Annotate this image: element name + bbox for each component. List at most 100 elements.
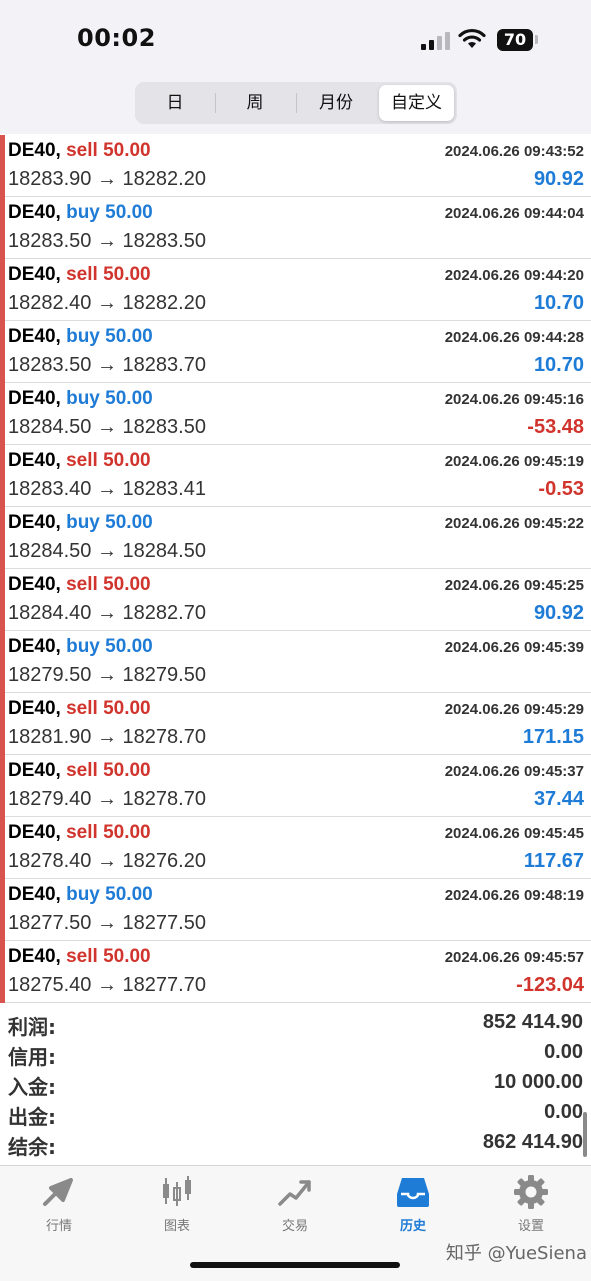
trade-datetime: 2024.06.26 09:45:45: [444, 825, 584, 842]
segment-week[interactable]: 周: [216, 85, 294, 121]
trade-symbol-line: DE40, buy 50.00: [8, 326, 153, 348]
trade-symbol: DE40,: [8, 760, 61, 781]
summary-row-withdrawal: 出金: 0.00: [0, 1099, 591, 1129]
trade-prices: 18279.40 → 18278.70: [8, 788, 206, 810]
trade-datetime: 2024.06.26 09:45:19: [444, 453, 584, 470]
summary-row-profit: 利润: 852 414.90: [0, 1009, 591, 1039]
trade-row[interactable]: DE40, buy 50.00 2024.06.26 09:45:16 1828…: [0, 383, 591, 445]
trade-row-marker: [0, 631, 5, 693]
trade-side-volume: buy 50.00: [66, 326, 153, 347]
summary-value: 862 414.90: [482, 1131, 583, 1153]
status-time: 00:02: [77, 24, 156, 52]
trade-datetime: 2024.06.26 09:45:57: [444, 949, 584, 966]
trade-side-volume: sell 50.00: [66, 264, 151, 285]
trade-symbol: DE40,: [8, 636, 61, 657]
trade-row[interactable]: DE40, sell 50.00 2024.06.26 09:45:37 182…: [0, 755, 591, 817]
tab-label: 历史: [399, 1219, 426, 1234]
trade-row[interactable]: DE40, sell 50.00 2024.06.26 09:45:57 182…: [0, 941, 591, 1003]
trade-row-marker: [0, 321, 5, 383]
summary-row-deposit: 入金: 10 000.00: [0, 1069, 591, 1099]
tab-label: 设置: [517, 1219, 544, 1234]
trade-prices: 18281.90 → 18278.70: [8, 726, 206, 748]
trade-row[interactable]: DE40, buy 50.00 2024.06.26 09:48:19 1827…: [0, 879, 591, 941]
trade-symbol: DE40,: [8, 574, 61, 595]
summary-row-balance: 结余: 862 414.90: [0, 1129, 591, 1159]
period-filter-bar: 日 周 月份 自定义: [0, 70, 591, 134]
settings-icon: [514, 1175, 548, 1209]
trade-row-marker: [0, 383, 5, 445]
trade-symbol-line: DE40, buy 50.00: [8, 512, 153, 534]
trade-prices: 18284.50 → 18284.50: [8, 540, 206, 562]
summary-label: 入金:: [8, 1075, 56, 1099]
trade-symbol: DE40,: [8, 326, 61, 347]
trade-row[interactable]: DE40, buy 50.00 2024.06.26 09:45:22 1828…: [0, 507, 591, 569]
trade-symbol-line: DE40, buy 50.00: [8, 388, 153, 410]
trade-prices: 18277.50 → 18277.50: [8, 912, 206, 934]
summary-label: 出金:: [8, 1105, 56, 1129]
trade-symbol-line: DE40, buy 50.00: [8, 884, 153, 906]
trade-datetime: 2024.06.26 09:45:16: [444, 391, 584, 408]
segment-day[interactable]: 日: [138, 85, 212, 121]
segment-custom[interactable]: 自定义: [379, 85, 454, 121]
summary-value: 0.00: [544, 1101, 583, 1123]
trade-prices: 18283.50 → 18283.50: [8, 230, 206, 252]
summary-label: 利润:: [8, 1015, 56, 1039]
trade-datetime: 2024.06.26 09:45:29: [444, 701, 584, 718]
trade-side-volume: sell 50.00: [66, 822, 151, 843]
trade-row[interactable]: DE40, buy 50.00 2024.06.26 09:44:28 1828…: [0, 321, 591, 383]
trade-datetime: 2024.06.26 09:45:22: [444, 515, 584, 532]
trade-row[interactable]: DE40, sell 50.00 2024.06.26 09:45:29 182…: [0, 693, 591, 755]
trade-symbol-line: DE40, sell 50.00: [8, 760, 151, 782]
trade-symbol-line: DE40, sell 50.00: [8, 574, 151, 596]
trade-row-marker: [0, 941, 5, 1003]
trade-profit: 117.67: [523, 850, 584, 872]
home-indicator[interactable]: [190, 1262, 400, 1268]
tab-chart[interactable]: 图表: [118, 1166, 236, 1236]
trade-side-volume: buy 50.00: [66, 884, 153, 905]
cellular-signal-icon: [421, 30, 451, 50]
trade-history-list: DE40, sell 50.00 2024.06.26 09:43:52 182…: [0, 135, 591, 1003]
trade-row[interactable]: DE40, sell 50.00 2024.06.26 09:45:25 182…: [0, 569, 591, 631]
trade-profit: -53.48: [527, 416, 584, 438]
summary-label: 结余:: [8, 1135, 56, 1159]
trade-row-marker: [0, 693, 5, 755]
trade-datetime: 2024.06.26 09:48:19: [444, 887, 584, 904]
trade-side-volume: buy 50.00: [66, 512, 153, 533]
trade-profit: 10.70: [533, 292, 584, 314]
trade-row[interactable]: DE40, sell 50.00 2024.06.26 09:44:20 182…: [0, 259, 591, 321]
trade-row[interactable]: DE40, sell 50.00 2024.06.26 09:45:45 182…: [0, 817, 591, 879]
trade-symbol: DE40,: [8, 512, 61, 533]
trade-side-volume: sell 50.00: [66, 450, 151, 471]
trade-symbol: DE40,: [8, 946, 61, 967]
summary-label: 信用:: [8, 1045, 56, 1069]
trade-symbol: DE40,: [8, 264, 61, 285]
trade-icon: [278, 1180, 311, 1206]
battery-nub: [535, 35, 538, 44]
trade-side-volume: buy 50.00: [66, 202, 153, 223]
trade-row[interactable]: DE40, buy 50.00 2024.06.26 09:44:04 1828…: [0, 197, 591, 259]
trade-prices: 18283.50 → 18283.70: [8, 354, 206, 376]
trade-profit: 10.70: [533, 354, 584, 376]
tab-history[interactable]: 历史: [354, 1166, 472, 1236]
trade-row[interactable]: DE40, sell 50.00 2024.06.26 09:45:19 182…: [0, 445, 591, 507]
trade-datetime: 2024.06.26 09:45:39: [444, 639, 584, 656]
trade-row[interactable]: DE40, sell 50.00 2024.06.26 09:43:52 182…: [0, 135, 591, 197]
trade-row-marker: [0, 879, 5, 941]
tab-trade[interactable]: 交易: [236, 1166, 354, 1236]
trade-symbol-line: DE40, buy 50.00: [8, 202, 153, 224]
segment-month[interactable]: 月份: [297, 85, 375, 121]
tab-settings[interactable]: 设置: [472, 1166, 590, 1236]
trade-datetime: 2024.06.26 09:45:25: [444, 577, 584, 594]
summary-value: 852 414.90: [482, 1011, 583, 1033]
trade-prices: 18282.40 → 18282.20: [8, 292, 206, 314]
tab-label: 图表: [163, 1219, 190, 1234]
tab-quotes[interactable]: 行情: [0, 1166, 118, 1236]
summary-row-credit: 信用: 0.00: [0, 1039, 591, 1069]
wifi-icon: [458, 28, 486, 48]
trade-side-volume: buy 50.00: [66, 388, 153, 409]
trade-symbol-line: DE40, sell 50.00: [8, 698, 151, 720]
trade-row[interactable]: DE40, buy 50.00 2024.06.26 09:45:39 1827…: [0, 631, 591, 693]
trade-row-marker: [0, 507, 5, 569]
scrollbar[interactable]: [583, 1112, 587, 1157]
chart-icon: [163, 1176, 191, 1206]
